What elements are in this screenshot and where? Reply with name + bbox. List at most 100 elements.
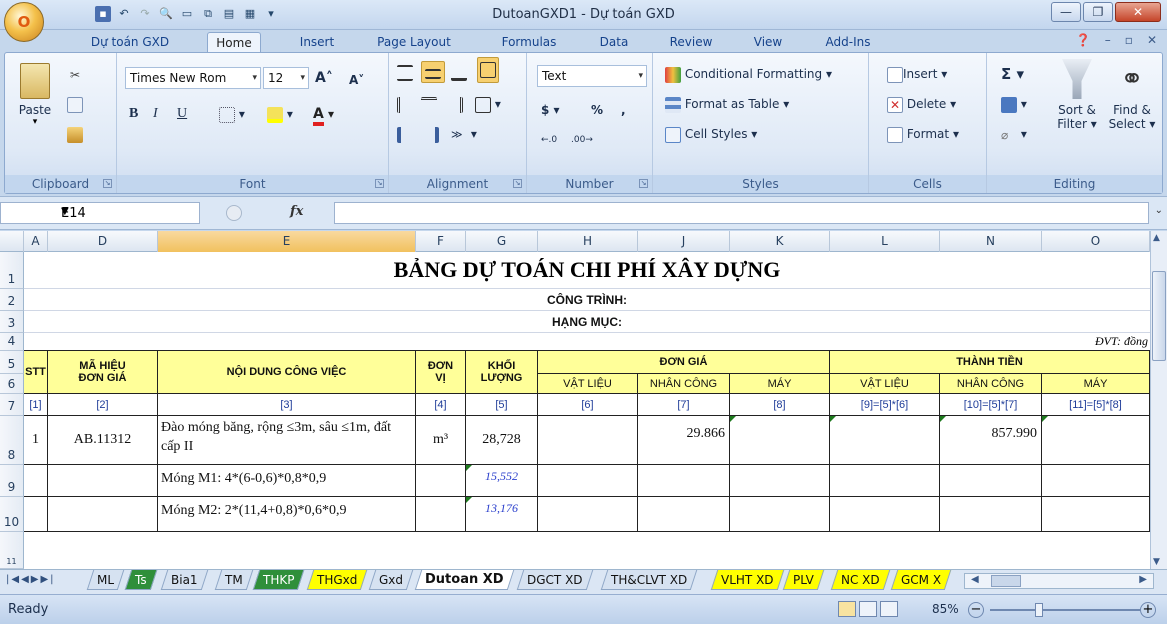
clear-button[interactable]: ⌀ ▾ — [1001, 123, 1027, 145]
header-don-vi[interactable]: ĐƠN VỊ — [416, 351, 466, 394]
sheet-tab-ml[interactable]: ML — [86, 570, 125, 590]
format-cells-button[interactable]: Format ▾ — [887, 123, 959, 145]
column-header-k[interactable]: K — [730, 231, 830, 252]
row-header-7[interactable]: 7 — [0, 394, 24, 416]
cut-button[interactable]: ✂ — [67, 63, 83, 85]
column-header-f[interactable]: F — [416, 231, 466, 252]
shrink-font-button[interactable]: A˅ — [349, 69, 364, 91]
column-header-e[interactable]: E — [158, 231, 416, 252]
column-header-o[interactable]: O — [1042, 231, 1150, 252]
header-stt[interactable]: STT — [24, 351, 48, 394]
align-left-button[interactable] — [397, 93, 413, 115]
row8-unit[interactable]: m³ — [416, 416, 466, 465]
zoom-in-icon[interactable]: + — [1140, 602, 1156, 618]
align-center-button[interactable] — [421, 93, 437, 115]
row10-code[interactable] — [48, 497, 158, 532]
fill-button[interactable]: ▾ — [1001, 93, 1027, 115]
orientation-button[interactable]: ≫ ▾ — [451, 123, 477, 145]
row9-col-l[interactable] — [830, 465, 940, 497]
row-header-11[interactable]: 11 — [0, 532, 24, 569]
font-name-select[interactable]: Times New Rom ▾ — [125, 67, 261, 89]
select-all-corner[interactable] — [0, 231, 24, 252]
dialog-launcher-icon[interactable]: ↘ — [513, 179, 522, 188]
format-as-table-button[interactable]: Format as Table ▾ — [665, 93, 789, 115]
sheet-tab-bia1[interactable]: Bia1 — [160, 570, 208, 590]
format-painter-button[interactable] — [67, 123, 83, 145]
row10-col-l[interactable] — [830, 497, 940, 532]
column-header-h[interactable]: H — [538, 231, 638, 252]
close-button[interactable]: ✕ — [1115, 2, 1161, 22]
row-header-4[interactable]: 4 — [0, 333, 24, 351]
sheet-tab-plv[interactable]: PLV — [782, 570, 825, 590]
sheet-tab-thgxd[interactable]: THGxd — [306, 570, 368, 590]
tab-du-toan-gxd[interactable]: Dự toán GXD — [88, 32, 172, 52]
row10-unit[interactable] — [416, 497, 466, 532]
tab-home[interactable]: Home — [207, 32, 261, 52]
grow-font-button[interactable]: A˄ — [315, 67, 333, 89]
row-header-9[interactable]: 9 — [0, 465, 24, 497]
row-header-6[interactable]: 6 — [0, 374, 24, 394]
index-cell-8[interactable]: [8] — [730, 394, 830, 416]
vertical-scrollbar[interactable]: ▲ ▼ — [1150, 231, 1167, 569]
sheet-tab-th-clvt-xd[interactable]: TH&CLVT XD — [600, 570, 698, 590]
header-tt-may[interactable]: MÁY — [1042, 374, 1150, 394]
autosum-button[interactable]: Σ ▾ — [1001, 63, 1024, 85]
row10-col-k[interactable] — [730, 497, 830, 532]
dialog-launcher-icon[interactable]: ↘ — [103, 179, 112, 188]
zoom-slider[interactable] — [990, 609, 1140, 611]
index-cell-4[interactable]: [4] — [416, 394, 466, 416]
row-header-5[interactable]: 5 — [0, 351, 24, 374]
header-khoi-luong[interactable]: KHỐI LƯỢNG — [466, 351, 538, 394]
comma-button[interactable]: , — [621, 99, 626, 121]
scroll-down-icon[interactable]: ▼ — [1153, 557, 1160, 567]
index-cell-6[interactable]: [6] — [538, 394, 638, 416]
header-thanh-tien[interactable]: THÀNH TIỀN — [830, 351, 1150, 374]
decrease-decimal-button[interactable]: .00→ — [571, 129, 593, 151]
conditional-formatting-button[interactable]: Conditional Formatting ▾ — [665, 63, 832, 85]
dialog-launcher-icon[interactable]: ↘ — [375, 179, 384, 188]
next-sheet-icon[interactable]: ▶ — [31, 574, 41, 585]
header-noi-dung[interactable]: NỘI DUNG CÔNG VIỆC — [158, 351, 416, 394]
tab-view[interactable]: View — [748, 32, 788, 52]
row9-description[interactable]: Móng M1: 4*(6-0,6)*0,8*0,9 — [158, 465, 416, 497]
row-header-3[interactable]: 3 — [0, 311, 24, 333]
row8-stt[interactable]: 1 — [24, 416, 48, 465]
sheet-tab-dutoan-xd[interactable]: Dutoan XD — [414, 570, 514, 590]
row8-dg-may[interactable] — [730, 416, 830, 465]
minimize-button[interactable]: — — [1051, 2, 1081, 22]
borders-button[interactable]: ▾ — [219, 103, 245, 125]
sheet-tab-ts[interactable]: Ts — [124, 570, 157, 590]
delete-cells-button[interactable]: ✕ Delete ▾ — [887, 93, 956, 115]
scroll-up-icon[interactable]: ▲ — [1153, 233, 1160, 243]
restore-button[interactable]: ❐ — [1083, 2, 1113, 22]
row8-code[interactable]: AB.11312 — [48, 416, 158, 465]
dialog-launcher-icon[interactable]: ↘ — [639, 179, 648, 188]
italic-button[interactable]: I — [153, 103, 158, 125]
column-header-d[interactable]: D — [48, 231, 158, 252]
merge-center-button[interactable]: ▾ — [475, 93, 501, 115]
number-format-select[interactable]: Text ▾ — [537, 65, 647, 87]
tab-formulas[interactable]: Formulas — [496, 32, 562, 52]
hang-muc-label[interactable]: HẠNG MỤC: — [24, 311, 1150, 333]
row9-code[interactable] — [48, 465, 158, 497]
row-header-1[interactable]: 1 — [0, 252, 24, 289]
minimize-ribbon-icon[interactable]: – — [1105, 33, 1111, 47]
header-don-gia[interactable]: ĐƠN GIÁ — [538, 351, 830, 374]
header-tt-nhan-cong[interactable]: NHÂN CÔNG — [940, 374, 1042, 394]
unit-note[interactable]: ĐVT: đồng — [1095, 334, 1148, 349]
align-right-button[interactable] — [447, 93, 463, 115]
name-box[interactable]: E14 ▼ — [0, 202, 200, 224]
paste-button[interactable]: Paste ▾ — [13, 59, 57, 157]
font-color-button[interactable]: A ▾ — [313, 103, 334, 126]
cong-trinh-label[interactable]: CÔNG TRÌNH: — [24, 289, 1150, 311]
index-cell-10[interactable]: [10]=[5]*[7] — [940, 394, 1042, 416]
zoom-level[interactable]: 85% — [932, 602, 959, 616]
column-header-a[interactable]: A — [24, 231, 48, 252]
row10-stt[interactable] — [24, 497, 48, 532]
percent-button[interactable]: % — [591, 99, 603, 121]
scroll-thumb[interactable] — [1152, 271, 1166, 361]
column-header-g[interactable]: G — [466, 231, 538, 252]
increase-indent-button[interactable] — [423, 123, 439, 145]
row8-description[interactable]: Đào móng băng, rộng ≤3m, sâu ≤1m, đất cấ… — [158, 416, 416, 465]
expand-formula-bar-icon[interactable]: ⌄ — [1155, 205, 1163, 216]
